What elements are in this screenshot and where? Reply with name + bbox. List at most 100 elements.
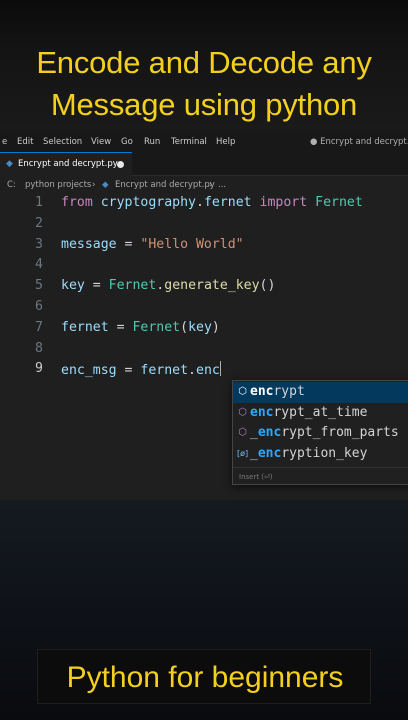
suggestion-prefix: _: [250, 445, 258, 461]
chevron-right-icon: ›: [92, 180, 96, 190]
tab-encrypt-and-decrypt[interactable]: ◆ Encrypt and decrypt.py: [0, 152, 132, 176]
suggestion-item[interactable]: ⬡ encrypt: [233, 382, 408, 403]
chevron-right-icon: ›: [209, 180, 213, 190]
code-token: key: [61, 278, 85, 294]
breadcrumb: C: python projects › ◆ Encrypt and decry…: [0, 176, 408, 194]
code-text: enc_msg = fernet.enc: [61, 361, 221, 378]
breadcrumb-folder[interactable]: python projects: [25, 180, 91, 190]
code-text: key = Fernet.generate_key(): [61, 278, 275, 293]
suggest-status: Insert (⏎): [233, 467, 408, 485]
code-token: message: [61, 236, 117, 252]
code-token: fernet: [203, 195, 252, 210]
code-token: enc: [196, 363, 220, 379]
method-icon: ⬡: [238, 406, 247, 418]
suggestion-item[interactable]: ⬡ _encrypt_from_parts: [233, 423, 408, 444]
line-number: 2: [35, 215, 43, 231]
menu-go[interactable]: Go: [121, 137, 133, 147]
code-text: message = "Hello World": [61, 237, 244, 252]
code-token: cryptography: [100, 195, 196, 210]
line-number: 1: [35, 195, 43, 210]
suggestion-rest: rypt: [273, 384, 305, 399]
suggestion-match: enc: [257, 445, 282, 461]
suggestion-item[interactable]: [ø] _encryption_key: [233, 444, 408, 465]
code-token: fernet: [140, 363, 189, 379]
code-line[interactable]: 2: [0, 215, 408, 236]
code-token: from: [61, 195, 93, 210]
code-token: =: [116, 363, 141, 379]
tab-label: Encrypt and decrypt.py: [18, 159, 118, 169]
line-number: 9: [35, 361, 43, 377]
menu-bar: e Edit Selection View Go Run Terminal He…: [0, 132, 408, 152]
window-title: ● Encrypt and decrypt.py -: [310, 137, 408, 147]
top-caption-band: Encode and Decode any Message using pyth…: [0, 0, 408, 132]
suggestion-label: encrypt: [250, 384, 305, 399]
line-number: 6: [35, 299, 43, 314]
breadcrumb-file[interactable]: Encrypt and decrypt.py: [115, 180, 215, 190]
line-number: 5: [35, 278, 43, 294]
line-number: 7: [35, 319, 43, 335]
code-line[interactable]: 4: [0, 256, 408, 277]
code-editor-window: e Edit Selection View Go Run Terminal He…: [0, 132, 408, 500]
code-token: Fernet: [132, 319, 181, 335]
code-token: Fernet: [315, 195, 363, 210]
menu-selection[interactable]: Selection: [43, 137, 82, 147]
code-token: =: [84, 278, 109, 294]
code-line[interactable]: 6: [0, 298, 408, 319]
bottom-caption: Python for beginners: [66, 661, 344, 694]
suggestion-rest: rypt_from_parts: [281, 425, 399, 440]
line-number: 3: [35, 236, 43, 252]
code-token: ): [211, 319, 220, 335]
suggestion-label: _encrypt_from_parts: [250, 425, 399, 440]
menu-help[interactable]: Help: [216, 137, 235, 147]
code-token: .: [188, 363, 196, 379]
menu-view[interactable]: View: [91, 137, 111, 147]
breadcrumb-drive[interactable]: C:: [7, 180, 16, 190]
line-number: 4: [35, 257, 43, 273]
code-line[interactable]: 7 fernet = Fernet(key): [0, 319, 408, 340]
code-line[interactable]: 8: [0, 340, 408, 361]
suggestion-prefix: _: [250, 425, 258, 440]
code-token: (): [259, 278, 276, 294]
tab-bar: ◆ Encrypt and decrypt.py: [0, 152, 408, 176]
caption-line-2: Message using python: [50, 87, 358, 122]
python-file-icon: ◆: [6, 159, 13, 169]
code-text: from cryptography.fernet import Fernet: [61, 195, 363, 210]
code-token: key: [188, 319, 212, 335]
suggest-widget: Insert (⏎) ⬡ encrypt ⬡ encrypt_at_time ⬡ _enc…: [232, 380, 408, 485]
code-token: Fernet: [108, 278, 157, 294]
suggestion-rest: rypt_at_time: [273, 404, 368, 420]
code-text: fernet = Fernet(key): [61, 320, 220, 335]
suggestion-match: enc: [250, 384, 274, 399]
variable-icon: [ø]: [237, 448, 249, 458]
method-icon: ⬡: [238, 427, 247, 438]
python-file-icon: ◆: [102, 180, 109, 190]
code-token: (: [180, 319, 189, 335]
code-token: "Hello World": [140, 236, 244, 252]
suggestion-match: enc: [250, 404, 274, 420]
method-icon: ⬡: [238, 386, 247, 397]
unsaved-dot-icon[interactable]: [117, 161, 124, 168]
suggestion-match: enc: [257, 425, 282, 440]
code-token: =: [108, 319, 133, 335]
code-line[interactable]: 1 from cryptography.fernet import Fernet: [0, 194, 408, 215]
menu-terminal[interactable]: Terminal: [171, 137, 207, 147]
breadcrumb-more[interactable]: ...: [218, 180, 226, 190]
menu-run[interactable]: Run: [144, 137, 160, 147]
menu-edit[interactable]: Edit: [17, 137, 33, 147]
suggestion-label: encrypt_at_time: [250, 405, 367, 420]
code-token: import: [259, 195, 308, 210]
code-line[interactable]: 3 message = "Hello World": [0, 236, 408, 257]
suggestion-rest: ryption_key: [281, 445, 368, 461]
bottom-caption-box: Python for beginners: [37, 649, 371, 704]
code-token: generate_key: [164, 278, 260, 294]
code-line[interactable]: 5 key = Fernet.generate_key(): [0, 277, 408, 298]
code-token: .: [196, 195, 204, 210]
menu-file[interactable]: e: [2, 137, 7, 147]
code-token: fernet: [61, 319, 109, 335]
suggestion-item[interactable]: ⬡ encrypt_at_time: [233, 403, 408, 424]
bottom-caption-band: Python for beginners: [0, 500, 408, 720]
code-line[interactable]: 9 enc_msg = fernet.enc: [0, 360, 408, 381]
